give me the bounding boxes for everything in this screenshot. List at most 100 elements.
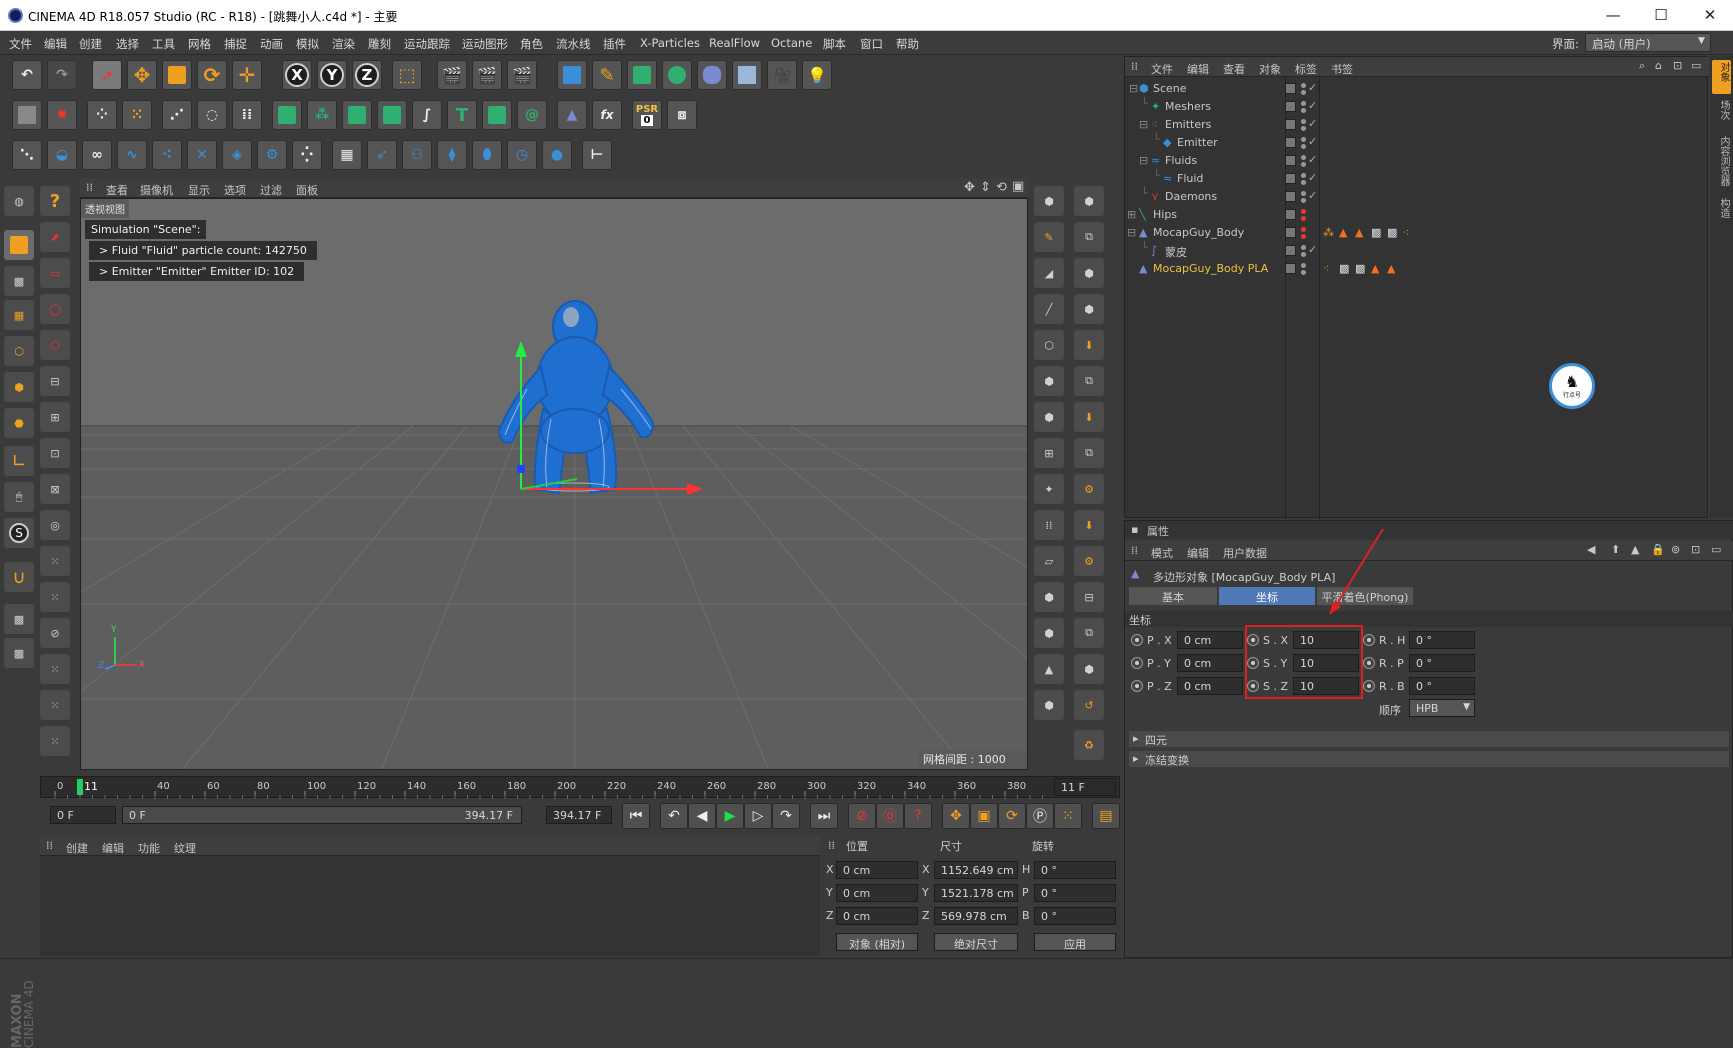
xp-grid-button[interactable]: ⁞⁞: [232, 100, 262, 130]
xp-text-button[interactable]: T: [447, 100, 477, 130]
rtool-14-button[interactable]: ⬇: [1074, 402, 1104, 432]
coord-size-z-field[interactable]: 569.978 cm: [934, 907, 1018, 925]
viewport-menu-view[interactable]: 查看: [106, 182, 128, 198]
coord-apply-button[interactable]: 应用: [1034, 933, 1116, 951]
enabled-check-icon[interactable]: ✓: [1308, 135, 1317, 148]
render-visibility-dot[interactable]: [1301, 234, 1306, 239]
menu-create[interactable]: 创建: [79, 36, 102, 52]
prev-frame-button[interactable]: ◀: [688, 803, 716, 829]
xp-skin-button[interactable]: ∫: [412, 100, 442, 130]
tree-row-meshers[interactable]: └ ✦ Meshers ✓: [1125, 97, 1645, 117]
deformer-button[interactable]: [697, 60, 727, 90]
viewport-nav-zoom-icon[interactable]: ⇕: [980, 180, 991, 195]
xp-domain-button[interactable]: [272, 100, 302, 130]
rotate-tool-button[interactable]: ⟳: [197, 60, 227, 90]
attr-group-quaternion[interactable]: ▸ 四元: [1129, 731, 1729, 747]
tool-4-button[interactable]: ⊠: [40, 474, 70, 504]
next-frame-button[interactable]: ▷: [744, 803, 772, 829]
viewport-menu-camera[interactable]: 摄像机: [140, 182, 173, 198]
xp-cup-button[interactable]: ◒: [47, 140, 77, 170]
enabled-check-icon[interactable]: ✓: [1308, 171, 1317, 184]
rtool-19-button[interactable]: ⁞⁞: [1034, 510, 1064, 540]
coord-pos-y-field[interactable]: 0 cm: [836, 884, 918, 902]
light-button[interactable]: 💡: [802, 60, 832, 90]
menu-xparticles[interactable]: X-Particles: [640, 36, 700, 50]
axis-mode-button[interactable]: ∟: [4, 446, 34, 476]
array-button[interactable]: [662, 60, 692, 90]
xp-system-button[interactable]: [12, 100, 42, 130]
x-axis-lock-button[interactable]: X: [282, 60, 312, 90]
attr-rp-field[interactable]: 0 °: [1409, 654, 1475, 672]
tree-row-mocapguy-body[interactable]: ⊟ ▲ MocapGuy_Body ⁂ ▲ ▲ ▩ ▩ ⁖: [1125, 223, 1645, 243]
solo-button[interactable]: S: [4, 518, 34, 548]
render-visibility-dot[interactable]: [1301, 216, 1306, 221]
render-visibility-dot[interactable]: [1301, 108, 1306, 113]
layer-chip[interactable]: [1285, 191, 1296, 202]
xp-wind-button[interactable]: ➶: [367, 140, 397, 170]
layer-chip[interactable]: [1285, 227, 1296, 238]
rtool-15-button[interactable]: ⊞: [1034, 438, 1064, 468]
menu-render[interactable]: 渲染: [332, 36, 355, 52]
tool-10-button[interactable]: ⁙: [40, 690, 70, 720]
om-menu-edit[interactable]: 编辑: [1187, 61, 1209, 77]
attr-order-select[interactable]: HPB ▼: [1409, 699, 1475, 717]
rtool-28-button[interactable]: ⬢: [1074, 654, 1104, 684]
rtool-17-button[interactable]: ✦: [1034, 474, 1064, 504]
tool-8-button[interactable]: ⊘: [40, 618, 70, 648]
rtool-26-button[interactable]: ⧉: [1074, 618, 1104, 648]
key-scale-button[interactable]: ▣: [970, 803, 998, 829]
menu-tools[interactable]: 工具: [152, 36, 175, 52]
rtool-3-button[interactable]: ✎: [1034, 222, 1064, 252]
render-visibility-dot[interactable]: [1301, 198, 1306, 203]
scale-tool-button[interactable]: [162, 60, 192, 90]
rtool-22-button[interactable]: ⚙: [1074, 546, 1104, 576]
render-visibility-dot[interactable]: [1301, 270, 1306, 275]
layer-chip[interactable]: [1285, 209, 1296, 220]
tree-row-scene[interactable]: ⊟ ⬢ Scene ✓: [1125, 79, 1645, 99]
xp-bubbles-button[interactable]: ⚇: [402, 140, 432, 170]
menu-mesh[interactable]: 网格: [188, 36, 211, 52]
rtool-4-button[interactable]: ⧉: [1074, 222, 1104, 252]
undo-button[interactable]: ↶: [12, 60, 42, 90]
start-frame-field[interactable]: 0 F: [50, 806, 116, 824]
layer-chip[interactable]: [1285, 245, 1296, 256]
viewport-nav-move-icon[interactable]: ✥: [964, 180, 975, 195]
enabled-check-icon[interactable]: ✓: [1308, 99, 1317, 112]
enabled-check-icon[interactable]: ✓: [1308, 189, 1317, 202]
transform-tool-button[interactable]: ✛: [232, 60, 262, 90]
om-menu-bookmark[interactable]: 书签: [1331, 61, 1353, 77]
keyframe-selection-button[interactable]: ?: [904, 803, 932, 829]
tree-row-fluids[interactable]: ⊟ ≈ Fluids ✓: [1125, 151, 1645, 171]
rtool-23-button[interactable]: ⬢: [1034, 582, 1064, 612]
polygons-mode-button[interactable]: ⬣: [4, 408, 34, 438]
tree-row-mocapguy-body-pla[interactable]: ▲ MocapGuy_Body PLA ⁖ ▩ ▩ ▲ ▲: [1125, 259, 1645, 279]
rtool-5-button[interactable]: ◢: [1034, 258, 1064, 288]
next-key-button[interactable]: ↷: [772, 803, 800, 829]
rtool-7-button[interactable]: ╱: [1034, 294, 1064, 324]
select-tool-button[interactable]: ⬈: [40, 222, 70, 252]
om-search-icon[interactable]: ⌕: [1639, 59, 1645, 73]
render-settings-button[interactable]: 🎬: [507, 60, 537, 90]
rtool-1-button[interactable]: ⬢: [1034, 186, 1064, 216]
viewport-maximize-icon[interactable]: ▣: [1012, 179, 1024, 194]
workplane-button[interactable]: ▦: [4, 300, 34, 330]
xp-grid2-button[interactable]: ▦: [332, 140, 362, 170]
menu-simulate[interactable]: 模拟: [296, 36, 319, 52]
tag-material-icon[interactable]: ▩: [1371, 226, 1381, 239]
attr-pz-field[interactable]: 0 cm: [1177, 677, 1243, 695]
poly-select-button[interactable]: ⬠: [40, 330, 70, 360]
z-axis-lock-button[interactable]: Z: [352, 60, 382, 90]
pen-button[interactable]: ✎: [592, 60, 622, 90]
xp-spiral-button[interactable]: @: [517, 100, 547, 130]
attr-rb-field[interactable]: 0 °: [1409, 677, 1475, 695]
material-menu-create[interactable]: 创建: [66, 840, 88, 856]
coord-rot-b-field[interactable]: 0 °: [1034, 907, 1116, 925]
anim-radio[interactable]: [1131, 657, 1143, 669]
move-tool-button[interactable]: ✥: [127, 60, 157, 90]
cube-button[interactable]: [557, 60, 587, 90]
frame-range-slider[interactable]: 0 F 394.17 F: [122, 806, 522, 824]
xp-fx-button[interactable]: fx: [592, 100, 622, 130]
menu-character[interactable]: 角色: [520, 36, 543, 52]
tool-2-button[interactable]: ⊞: [40, 402, 70, 432]
enabled-check-icon[interactable]: ✓: [1308, 117, 1317, 130]
